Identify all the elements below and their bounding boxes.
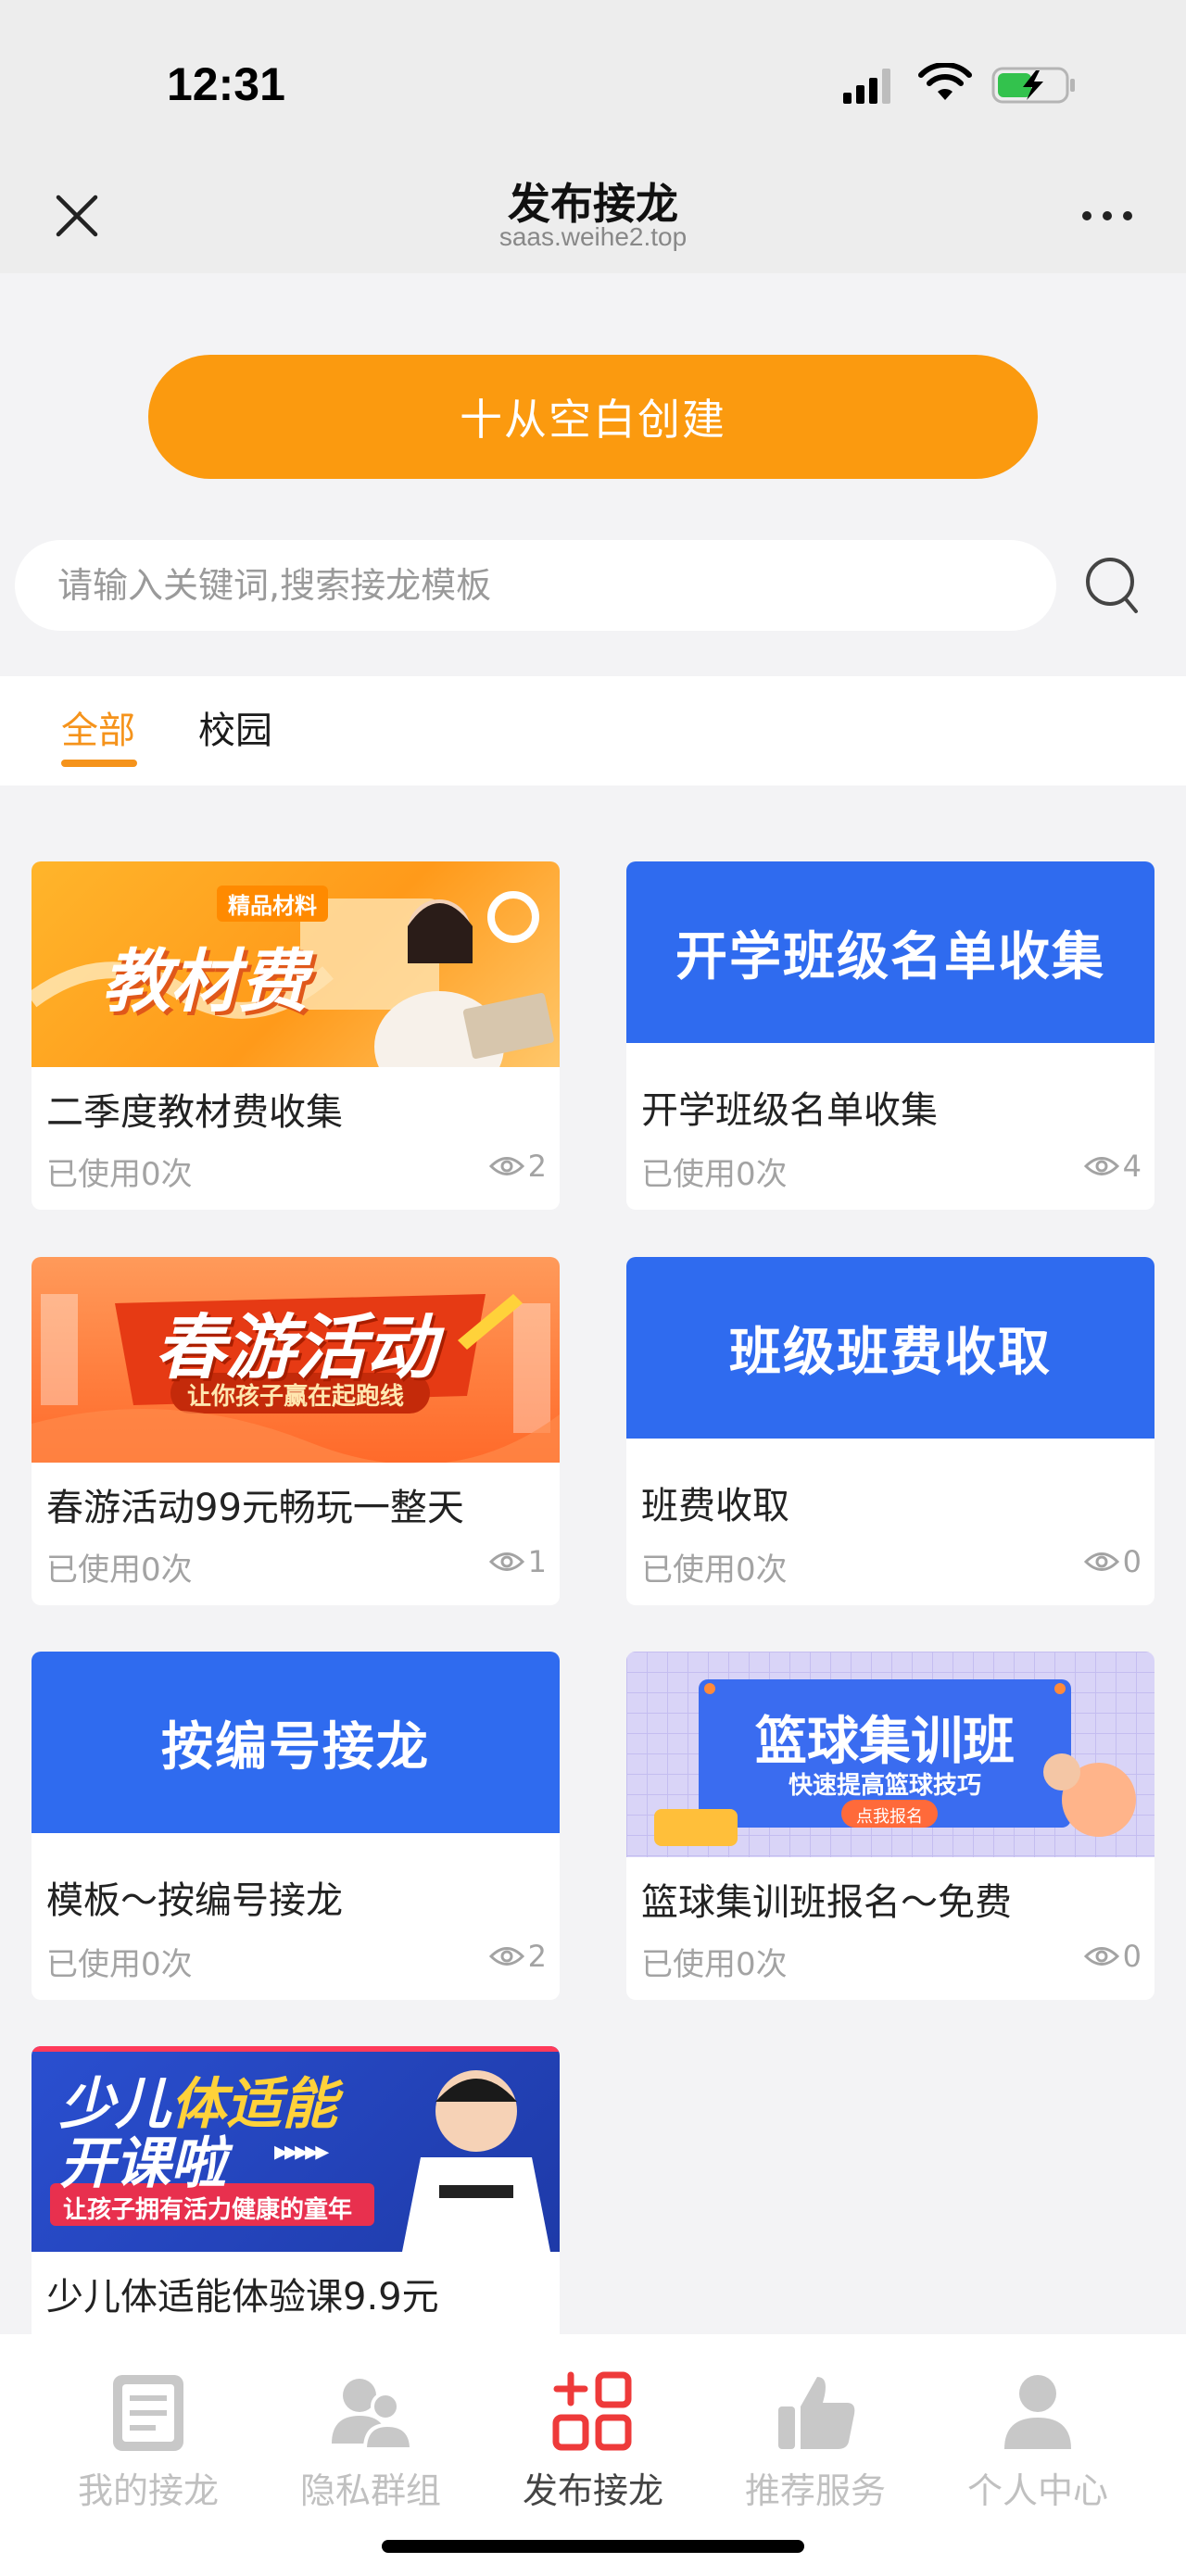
card-banner-image: 少儿体适能 开课啦 ▸▸▸▸▸ 让孩子拥有活力健康的童年 [32, 2046, 560, 2252]
tabbar-label: 隐私群组 [299, 2470, 441, 2511]
wifi-icon [918, 63, 972, 100]
card-usage-count: 已使用0次 [641, 1552, 788, 1589]
card-banner-image: 班级班费收取 [626, 1257, 1154, 1439]
banner-subtitle: 让你孩子赢在起跑线 [186, 1383, 404, 1411]
eye-icon [488, 1552, 524, 1571]
banner-headline: 开学班级名单收集 [675, 926, 1105, 987]
publish-grid-icon [552, 2371, 632, 2451]
card-title: 模板～按编号接龙 [46, 1879, 343, 1922]
tabbar-item-private-groups[interactable]: 隐私群组 [278, 2369, 463, 2513]
card-title: 二季度教材费收集 [46, 1091, 343, 1134]
document-icon [113, 2375, 183, 2451]
card-title: 篮球集训班报名～免费 [641, 1881, 1012, 1924]
more-dot-icon [1123, 211, 1132, 220]
template-card[interactable]: 开学班级名单收集 开学班级名单收集 已使用0次 4 [626, 861, 1154, 1210]
eye-icon [488, 1157, 524, 1175]
banner-headline: 篮球集训班 [755, 1712, 1015, 1772]
more-dot-icon [1103, 211, 1112, 220]
navigation-bar: 发布接龙 saas.weihe2.top [0, 157, 1186, 273]
card-title: 少儿体适能体验课9.9元 [46, 2276, 439, 2318]
tabbar-item-profile[interactable]: 个人中心 [945, 2369, 1130, 2513]
tabbar-label: 发布接龙 [522, 2470, 663, 2511]
tabbar-label: 个人中心 [966, 2470, 1108, 2511]
search-icon[interactable] [1082, 554, 1147, 619]
search-box [15, 540, 1056, 631]
card-usage-count: 已使用0次 [46, 1552, 193, 1589]
banner-tag: 精品材料 [217, 886, 328, 922]
card-views: 4 [1083, 1149, 1142, 1184]
eye-icon [1083, 1552, 1119, 1571]
banner-headline-line2: 开课啦 [59, 2131, 226, 2196]
cellular-signal-icon [843, 69, 890, 104]
card-views: 1 [488, 1544, 547, 1579]
thumbs-up-icon [778, 2377, 855, 2449]
banner-headline: 按编号接龙 [161, 1716, 430, 1778]
more-dot-icon [1082, 211, 1091, 220]
template-card[interactable]: 按编号接龙 模板～按编号接龙 已使用0次 2 [32, 1652, 560, 2000]
card-views: 0 [1083, 1939, 1142, 1974]
eye-icon [1083, 1157, 1119, 1175]
card-views: 2 [488, 1939, 547, 1974]
template-card[interactable]: 班级班费收取 班费收取 已使用0次 0 [626, 1257, 1154, 1605]
template-card[interactable]: 春游活动 让你孩子赢在起跑线 春游活动99元畅玩一整天 已使用0次 1 [32, 1257, 560, 1605]
card-banner-image: 按编号接龙 [32, 1652, 560, 1833]
tabbar-item-recommended[interactable]: 推荐服务 [723, 2369, 908, 2513]
tab-campus[interactable]: 校园 [198, 700, 272, 754]
card-views: 0 [1083, 1544, 1142, 1579]
card-usage-count: 已使用0次 [46, 1156, 193, 1193]
person-icon [1004, 2375, 1071, 2449]
template-card[interactable]: 少儿体适能 开课啦 ▸▸▸▸▸ 让孩子拥有活力健康的童年 少儿体适能体验课9.9… [32, 2046, 560, 2352]
battery-charging-icon [991, 67, 1075, 104]
create-from-blank-button[interactable]: 十从空白创建 [148, 355, 1038, 479]
tabbar-label: 推荐服务 [744, 2470, 886, 2511]
card-banner-image: 精品材料 教材费 [32, 861, 560, 1067]
page-domain: saas.weihe2.top [498, 222, 688, 251]
card-view-count: 2 [527, 1939, 547, 1974]
card-title: 春游活动99元畅玩一整天 [46, 1487, 464, 1529]
card-banner-image: 篮球集训班 快速提高篮球技巧 点我报名 [626, 1652, 1154, 1857]
card-view-count: 4 [1122, 1149, 1142, 1184]
card-banner-image: 春游活动 让你孩子赢在起跑线 [32, 1257, 560, 1463]
banner-arrows: ▸▸▸▸▸ [274, 2135, 329, 2168]
status-time: 12:31 [167, 58, 285, 110]
category-tabs: 全部 校园 [0, 676, 1186, 785]
tabbar-item-publish[interactable]: 发布接龙 [500, 2369, 686, 2513]
status-bar: 12:31 [0, 0, 1186, 157]
banner-headline: 班级班费收取 [729, 1322, 1052, 1383]
users-icon [332, 2379, 413, 2451]
banner-cta: 点我报名 [856, 1807, 923, 1827]
tabbar-label: 我的接龙 [77, 2470, 219, 2511]
banner-subtitle: 让孩子拥有活力健康的童年 [63, 2196, 353, 2224]
more-options-button[interactable] [1077, 195, 1138, 237]
card-title: 开学班级名单收集 [641, 1089, 938, 1132]
tab-all[interactable]: 全部 [61, 700, 135, 754]
card-banner-image: 开学班级名单收集 [626, 861, 1154, 1043]
card-usage-count: 已使用0次 [641, 1946, 788, 1983]
card-view-count: 1 [527, 1544, 547, 1579]
tabbar-item-my-chains[interactable]: 我的接龙 [56, 2369, 241, 2513]
banner-subtitle: 快速提高篮球技巧 [788, 1772, 981, 1800]
eye-icon [1083, 1947, 1119, 1966]
template-card[interactable]: 篮球集训班 快速提高篮球技巧 点我报名 篮球集训班报名～免费 已使用0次 0 [626, 1652, 1154, 2000]
card-view-count: 0 [1122, 1939, 1142, 1974]
eye-icon [488, 1947, 524, 1966]
card-usage-count: 已使用0次 [46, 1946, 193, 1983]
template-card[interactable]: 精品材料 教材费 二季度教材费收集 已使用0次 2 [32, 861, 560, 1210]
banner-headline: 教材费 [102, 942, 308, 1022]
search-input[interactable] [57, 565, 1056, 606]
card-view-count: 2 [527, 1149, 547, 1184]
card-usage-count: 已使用0次 [641, 1156, 788, 1193]
active-tab-indicator [61, 760, 137, 767]
card-view-count: 0 [1122, 1544, 1142, 1579]
card-title: 班费收取 [641, 1485, 789, 1527]
home-indicator[interactable] [382, 2540, 804, 2553]
card-views: 2 [488, 1149, 547, 1184]
